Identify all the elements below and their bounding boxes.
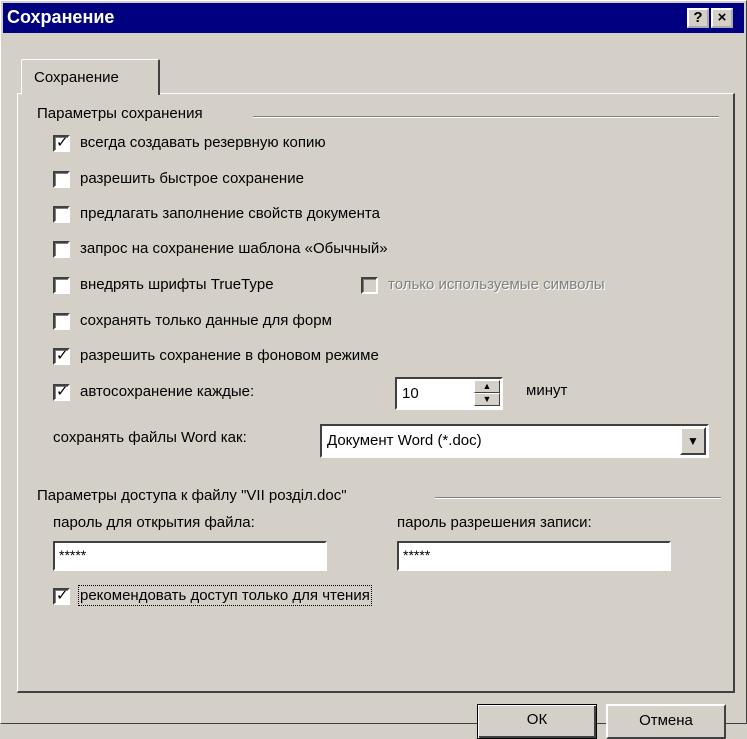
- save-options-divider: [253, 116, 719, 118]
- save-as-label: сохранять файлы Word как:: [53, 429, 247, 446]
- autosave-unit-label: минут: [526, 382, 568, 399]
- autosave-interval-value: 10: [402, 385, 419, 402]
- access-divider: [435, 497, 721, 499]
- save-as-format-value: Документ Word (*.doc): [327, 432, 482, 449]
- dialog-title: Сохранение: [7, 7, 115, 27]
- save-form-data-label: сохранять только данные для форм: [80, 312, 332, 329]
- check-icon: ✓: [56, 587, 69, 604]
- access-group-title: Параметры доступа к файлу "VII розділ.do…: [37, 487, 347, 504]
- check-icon: ✓: [56, 383, 69, 400]
- embed-truetype-checkbox[interactable]: [53, 277, 70, 294]
- write-password-label: пароль разрешения записи:: [397, 514, 592, 531]
- tab-save-label: Сохранение: [34, 69, 119, 86]
- cancel-button[interactable]: Отмена: [606, 704, 726, 739]
- prompt-properties-label: предлагать заполнение свойств документа: [80, 205, 380, 222]
- embed-subset-checkbox: [361, 277, 378, 294]
- backup-copy-label: всегда создавать резервную копию: [80, 134, 326, 151]
- save-as-format-select[interactable]: Документ Word (*.doc) ▼: [320, 424, 709, 458]
- dropdown-arrow-icon[interactable]: ▼: [680, 427, 706, 455]
- spin-up-icon[interactable]: ▲: [474, 380, 500, 393]
- autosave-interval-stepper[interactable]: 10 ▲ ▼: [395, 377, 503, 410]
- autosave-checkbox[interactable]: ✓: [53, 383, 70, 401]
- background-save-checkbox[interactable]: ✓: [53, 347, 70, 365]
- prompt-normal-template-checkbox[interactable]: [53, 241, 70, 258]
- fast-save-label: разрешить быстрое сохранение: [80, 170, 304, 187]
- write-password-value: *****: [403, 547, 431, 563]
- backup-copy-checkbox[interactable]: ✓: [53, 134, 70, 152]
- spin-down-icon[interactable]: ▼: [474, 393, 500, 406]
- prompt-properties-checkbox[interactable]: [53, 206, 70, 223]
- open-password-field[interactable]: *****: [53, 541, 327, 571]
- embed-truetype-label: внедрять шрифты TrueType: [80, 276, 274, 293]
- background-save-label: разрешить сохранение в фоновом режиме: [80, 347, 379, 364]
- read-only-recommended-label: рекомендовать доступ только для чтения: [78, 585, 372, 606]
- save-form-data-checkbox[interactable]: [53, 313, 70, 330]
- read-only-recommended-checkbox[interactable]: ✓: [53, 587, 70, 605]
- help-button[interactable]: ?: [687, 8, 709, 28]
- open-password-value: *****: [59, 547, 87, 563]
- fast-save-checkbox[interactable]: [53, 171, 70, 188]
- embed-subset-label: только используемые символы: [388, 276, 605, 293]
- open-password-label: пароль для открытия файла:: [53, 514, 255, 531]
- write-password-field[interactable]: *****: [397, 541, 671, 571]
- close-button[interactable]: ×: [711, 8, 733, 28]
- prompt-normal-template-label: запрос на сохранение шаблона «Обычный»: [80, 240, 388, 257]
- check-icon: ✓: [56, 134, 69, 151]
- save-dialog: Сохранение ? × Сохранение Параметры сохр…: [0, 0, 747, 739]
- autosave-label: автосохранение каждые:: [80, 383, 255, 400]
- tab-save[interactable]: Сохранение: [21, 59, 160, 95]
- title-bar[interactable]: Сохранение ? ×: [3, 3, 744, 33]
- ok-button[interactable]: ОК: [477, 704, 597, 739]
- check-icon: ✓: [56, 347, 69, 364]
- save-options-group-title: Параметры сохранения: [37, 105, 203, 122]
